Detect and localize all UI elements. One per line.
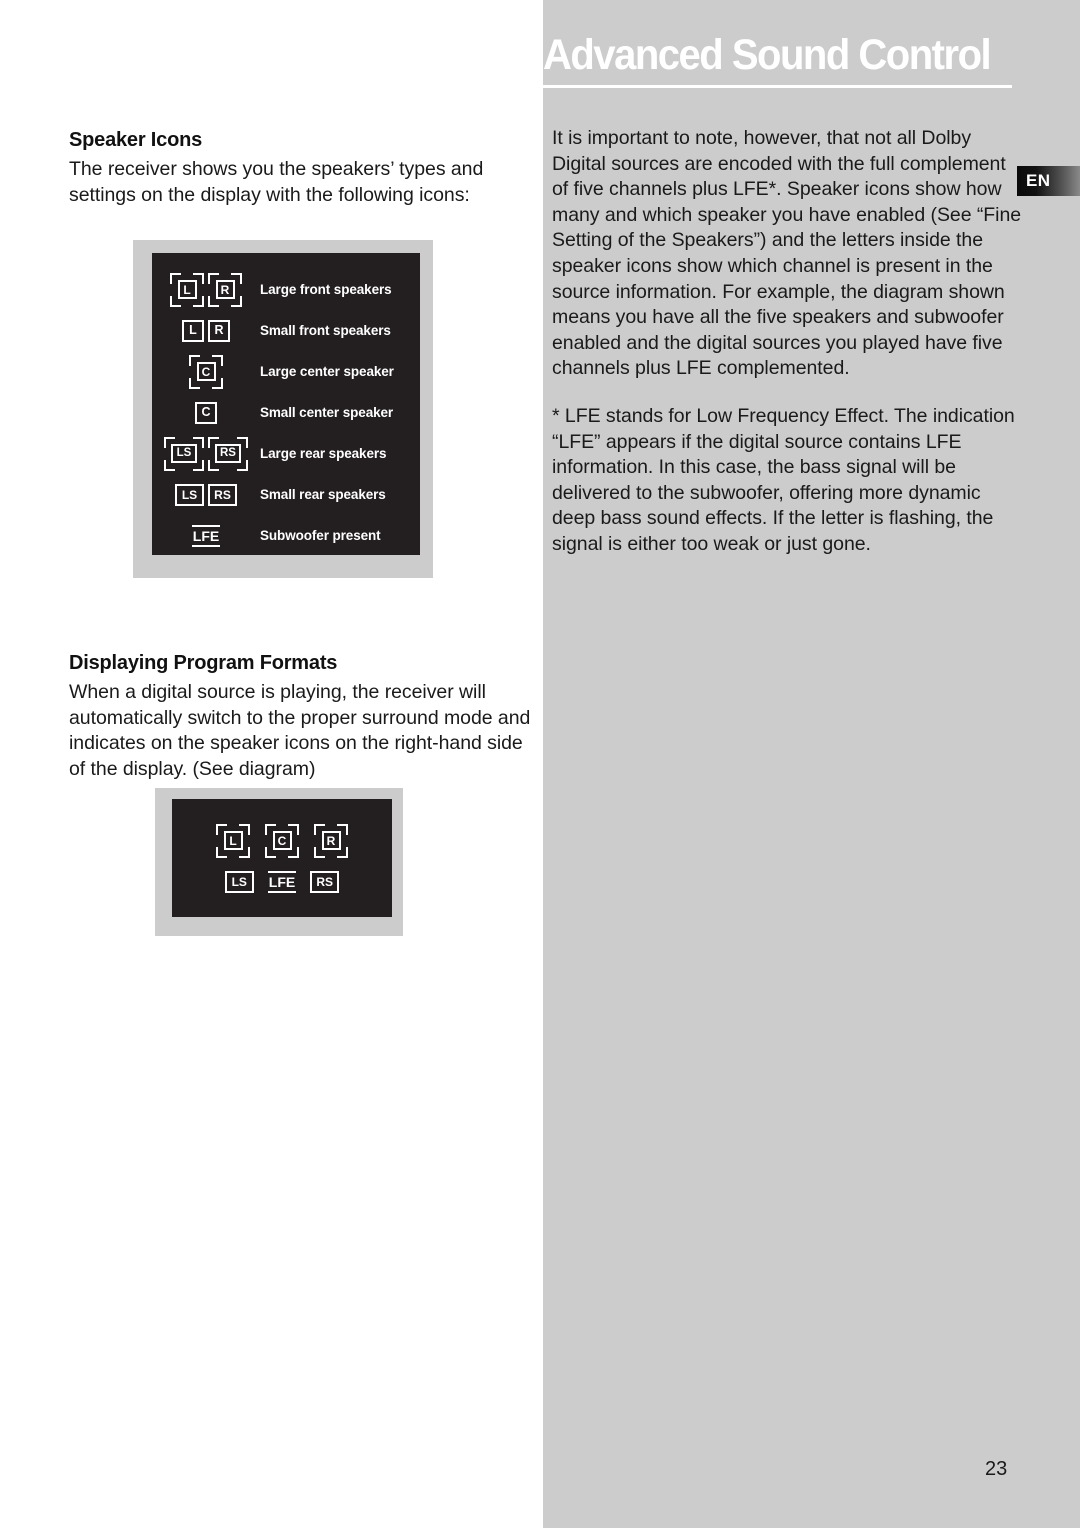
paragraph-displaying-program-formats: When a digital source is playing, the re… [69,681,531,780]
speaker-icon-small-l: L [182,319,204,342]
display-icon-small-rs: RS [310,870,340,893]
display-icon-large-l: L [216,823,250,858]
speaker-letter: C [272,831,292,850]
language-badge-label: EN [1026,171,1051,190]
legend-label-large-front: Large front speakers [260,282,392,297]
speaker-icon-legend-diagram: L R Large front speakers L R Small front… [133,240,433,578]
lfe-bottom-rule [191,544,221,547]
speaker-icon-large-r: R [208,272,242,307]
legend-icons-small-front: L R [152,319,260,342]
display-icon-large-c: C [265,823,299,858]
page-number: 23 [985,1458,1008,1480]
speaker-letter: R [321,831,341,850]
display-icon-small-ls: LS [224,870,254,893]
program-format-diagram: L C R LS LFE RS [155,788,403,936]
legend-row-subwoofer: LFE Subwoofer present [152,515,420,556]
left-column: Speaker Icons The receiver shows you the… [69,128,531,230]
page-header: Advanced Sound Control [543,34,1021,88]
legend-row-small-front: L R Small front speakers [152,310,420,351]
document-page: Advanced Sound Control EN Speaker Icons … [0,0,1080,1528]
speaker-letter: LS [171,444,197,463]
legend-icons-subwoofer: LFE [152,524,260,547]
program-format-top-row: L C R [216,823,348,858]
lfe-label: LFE [192,527,220,544]
legend-icons-large-rear: LS RS [152,436,260,471]
speaker-letter: R [215,280,235,299]
legend-icons-small-center: C [152,401,260,424]
speaker-letter: L [177,280,197,299]
heading-speaker-icons: Speaker Icons [69,129,203,151]
program-format-bottom-row: LS LFE RS [224,870,340,893]
legend-display-panel: L R Large front speakers L R Small front… [152,253,420,555]
legend-label-subwoofer: Subwoofer present [260,528,381,543]
program-format-display-panel: L C R LS LFE RS [172,799,392,917]
paragraph-dolby-digital-note: It is important to note, however, that n… [552,127,1022,380]
legend-row-large-rear: LS RS Large rear speakers [152,433,420,474]
heading-displaying-program-formats: Displaying Program Formats [69,652,338,674]
lfe-bottom-rule [267,890,297,893]
legend-row-small-center: C Small center speaker [152,392,420,433]
legend-label-large-center: Large center speaker [260,364,394,379]
legend-label-small-center: Small center speaker [260,405,394,420]
speaker-icon-lfe: LFE [191,524,221,547]
speaker-icon-small-rs: RS [208,483,237,506]
legend-row-list: L R Large front speakers L R Small front… [152,253,420,555]
speaker-icon-large-c: C [189,354,223,389]
paragraph-lfe-footnote: * LFE stands for Low Frequency Effect. T… [552,404,1015,555]
lfe-label: LFE [268,873,296,890]
language-badge: EN [1017,166,1080,196]
speaker-letter: RS [215,444,241,463]
legend-label-small-rear: Small rear speakers [260,487,386,502]
speaker-icon-large-rs: RS [208,436,248,471]
speaker-icon-large-l: L [170,272,204,307]
speaker-icon-small-ls: LS [175,483,204,506]
speaker-icon-small-r: R [208,319,230,342]
legend-row-large-front: L R Large front speakers [152,269,420,310]
speaker-letter: C [196,362,216,381]
display-icon-lfe: LFE [267,870,297,893]
paragraph-speaker-icons: The receiver shows you the speakers’ typ… [69,158,484,206]
legend-row-small-rear: LS RS Small rear speakers [152,474,420,515]
right-column: It is important to note, however, that n… [552,126,1022,580]
legend-icons-large-front: L R [152,272,260,307]
legend-icons-small-rear: LS RS [152,483,260,506]
speaker-letter: L [223,831,243,850]
display-icon-large-r: R [314,823,348,858]
left-column-second-section: Displaying Program Formats When a digita… [69,651,531,782]
page-title: Advanced Sound Control [543,31,992,79]
speaker-icon-large-ls: LS [164,436,204,471]
speaker-icon-small-c: C [195,401,217,424]
legend-label-small-front: Small front speakers [260,323,391,338]
legend-row-large-center: C Large center speaker [152,351,420,392]
legend-icons-large-center: C [152,354,260,389]
legend-label-large-rear: Large rear speakers [260,446,387,461]
title-underline-rule [543,85,1012,88]
